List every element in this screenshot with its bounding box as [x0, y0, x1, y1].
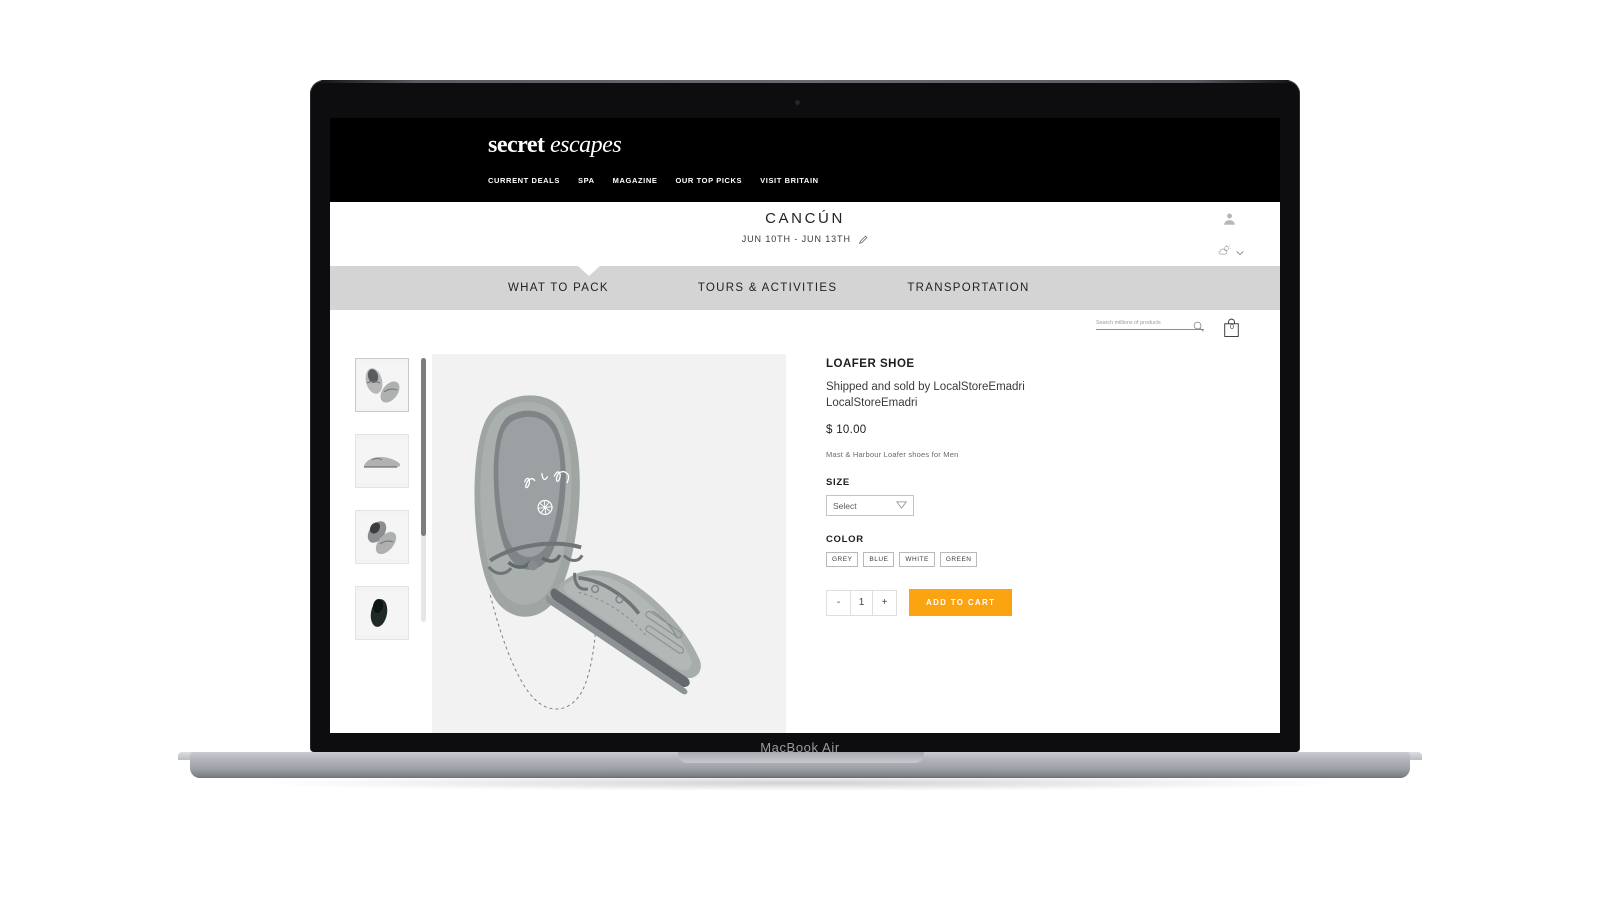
product-price: $ 10.00 [826, 424, 867, 437]
brand-nav-spa[interactable]: SPA [578, 176, 595, 185]
product-info-panel: LOAFER SHOE Shipped and sold by LocalSto… [826, 354, 1126, 733]
product-seller: Shipped and sold by LocalStoreEmadri Loc… [826, 381, 1025, 409]
section-tabs: WHAT TO PACK TOURS & ACTIVITIES TRANSPOR… [330, 266, 1280, 310]
search-field-wrapper [1096, 320, 1204, 332]
gallery-thumbnail-1[interactable] [355, 358, 409, 412]
laptop-base-notch [678, 752, 924, 763]
trip-header: CANCÚN JUN 10TH - JUN 13TH [330, 202, 1280, 266]
tab-tours-activities[interactable]: TOURS & ACTIVITIES [698, 282, 838, 294]
brand-nav-current-deals[interactable]: CURRENT DEALS [488, 176, 560, 185]
laptop-lid-highlight [320, 80, 1290, 83]
active-tab-caret [578, 266, 600, 276]
user-avatar-icon[interactable] [1222, 211, 1237, 231]
add-to-cart-button[interactable]: ADD TO CART [909, 589, 1013, 617]
brand-nav-our-top-picks[interactable]: OUR TOP PICKS [675, 176, 742, 185]
website-viewport: secret escapes CURRENT DEALS SPA MAGAZIN… [330, 118, 1280, 733]
trip-dates-text: JUN 10TH - JUN 13TH [741, 234, 851, 244]
quantity-value[interactable]: 1 [850, 590, 873, 615]
color-label: COLOR [826, 534, 864, 546]
size-label: SIZE [826, 477, 850, 489]
sun-cloud-icon [1218, 243, 1233, 261]
color-options: GREY BLUE WHITE GREEN [826, 552, 1126, 568]
laptop-shadow [250, 775, 1350, 791]
color-option-blue[interactable]: BLUE [863, 552, 895, 568]
gallery-scrollbar-thumb[interactable] [421, 358, 426, 536]
product-detail: LOAFER SHOE Shipped and sold by LocalSto… [330, 354, 1280, 733]
logo-word-escapes: escapes [550, 132, 622, 158]
size-select-value: Select [833, 500, 857, 511]
search-row: 0 [330, 310, 1280, 354]
logo-word-secret: secret [488, 132, 551, 158]
gallery-thumbnail-3[interactable] [355, 510, 409, 564]
secret-escapes-logo[interactable]: secret escapes [488, 132, 622, 159]
weather-widget[interactable] [1218, 243, 1244, 261]
webcam-icon [795, 100, 800, 105]
trip-destination: CANCÚN [765, 210, 845, 227]
cart-count-badge: 0 [1230, 324, 1234, 331]
quantity-decrement-button[interactable]: - [827, 591, 850, 615]
color-option-green[interactable]: GREEN [939, 552, 978, 568]
search-icon[interactable] [1193, 319, 1204, 337]
brand-header: secret escapes CURRENT DEALS SPA MAGAZIN… [330, 118, 1280, 202]
laptop-screen: secret escapes CURRENT DEALS SPA MAGAZIN… [330, 118, 1280, 733]
chevron-down-icon [1236, 243, 1244, 261]
trip-dates-row: JUN 10TH - JUN 13TH [330, 234, 1280, 246]
color-option-white[interactable]: WHITE [899, 552, 935, 568]
gallery-thumbnail-2[interactable] [355, 434, 409, 488]
tab-what-to-pack[interactable]: WHAT TO PACK [508, 282, 609, 294]
purchase-row: - 1 + ADD TO CART [826, 589, 1126, 617]
brand-nav: CURRENT DEALS SPA MAGAZINE OUR TOP PICKS… [488, 176, 819, 185]
gallery-thumbnail-4[interactable] [355, 586, 409, 640]
gallery-scrollbar-track[interactable] [421, 358, 426, 622]
screenshot-stage: secret escapes CURRENT DEALS SPA MAGAZIN… [0, 0, 1600, 900]
gallery-thumbnail-strip [355, 354, 426, 733]
size-select[interactable]: Select [826, 495, 914, 517]
product-description: Mast & Harbour Loafer shoes for Men [826, 450, 959, 460]
product-hero-image[interactable] [432, 354, 786, 733]
macbook-mockup: secret escapes CURRENT DEALS SPA MAGAZIN… [178, 80, 1422, 791]
brand-nav-visit-britain[interactable]: VISIT BRITAIN [760, 176, 819, 185]
quantity-stepper: - 1 + [826, 589, 897, 616]
quantity-increment-button[interactable]: + [873, 591, 896, 615]
cart-button[interactable]: 0 [1222, 317, 1244, 341]
color-option-grey[interactable]: GREY [826, 552, 859, 568]
chevron-down-icon [896, 500, 907, 511]
brand-nav-magazine[interactable]: MAGAZINE [613, 176, 658, 185]
pencil-icon[interactable] [859, 235, 868, 246]
product-title: LOAFER SHOE [826, 358, 915, 370]
search-input[interactable] [1096, 320, 1184, 326]
tab-transportation[interactable]: TRANSPORTATION [907, 282, 1029, 294]
